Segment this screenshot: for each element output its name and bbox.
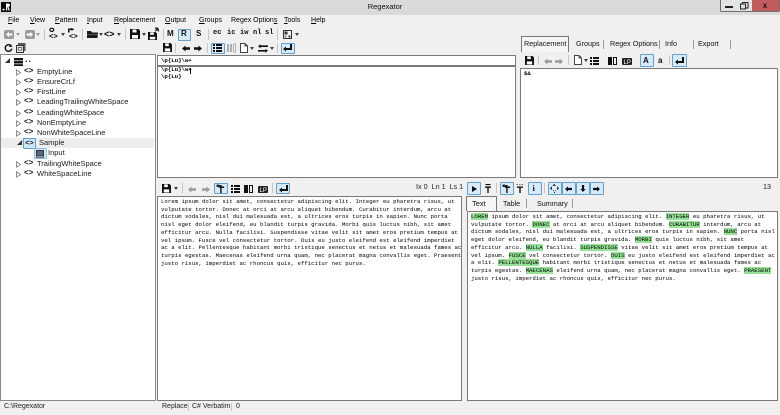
svg-text:<>: <> (69, 32, 78, 41)
svg-text:<>: <> (49, 32, 58, 41)
svg-text:LP: LP (260, 188, 267, 194)
svg-text:LP: LP (624, 60, 631, 66)
